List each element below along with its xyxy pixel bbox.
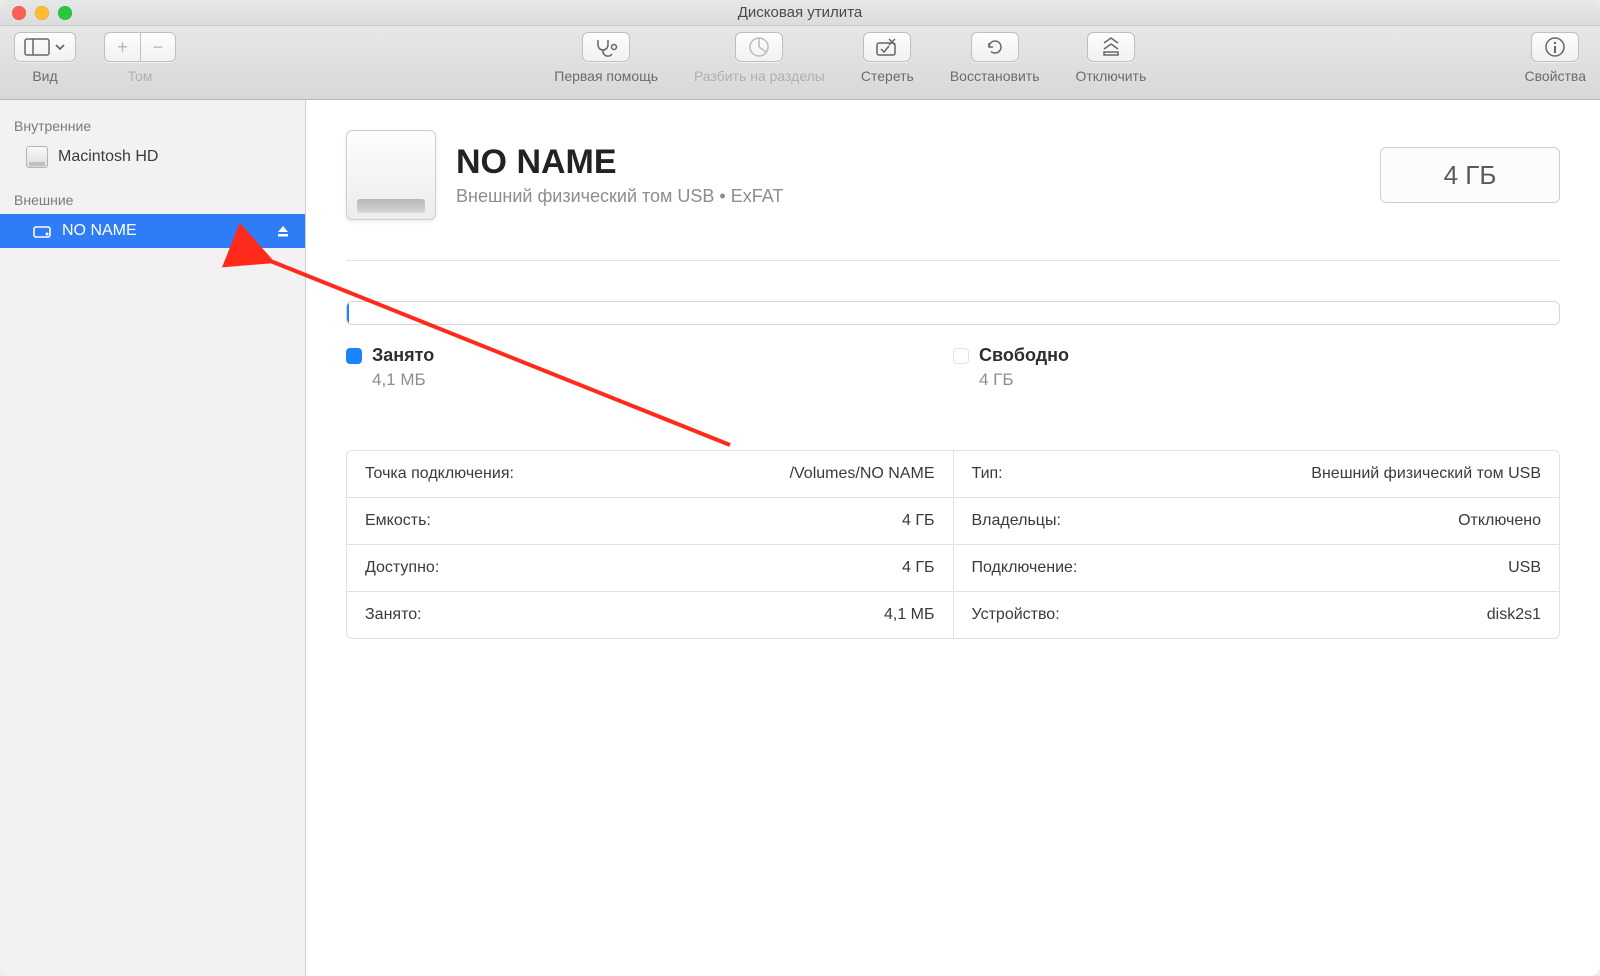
volume-header: NO NAME Внешний физический том USB • ExF… [346,130,1560,261]
erase-icon [875,37,899,57]
window-title: Дисковая утилита [738,4,862,21]
eject-icon[interactable] [275,223,291,239]
stethoscope-icon [594,37,618,57]
legend-used: Занято 4,1 МБ [346,345,953,390]
legend-used-value: 4,1 МБ [372,370,953,390]
window-controls [12,6,72,20]
erase-button[interactable] [863,32,911,62]
external-drive-icon [32,221,52,241]
swatch-free-icon [953,348,969,364]
first-aid-label: Первая помощь [554,68,658,84]
remove-volume-button[interactable]: − [140,32,176,62]
unmount-button[interactable] [1087,32,1135,62]
first-aid-button[interactable] [582,32,630,62]
partition-button [735,32,783,62]
zoom-icon[interactable] [58,6,72,20]
table-row: Занято:4,1 МБ [347,591,953,638]
view-button[interactable] [14,32,76,62]
details-right: Тип:Внешний физический том USB Владельцы… [953,451,1560,638]
minimize-icon[interactable] [35,6,49,20]
view-label: Вид [32,68,57,84]
sidebar-header-external: Внешние [0,186,305,214]
sidebar-item-label: Macintosh HD [58,148,158,166]
close-icon[interactable] [12,6,26,20]
titlebar: Дисковая утилита [0,0,1600,26]
volume-name: NO NAME [456,143,783,182]
table-row: Устройство:disk2s1 [954,591,1560,638]
sidebar-item-label: NO NAME [62,222,137,240]
erase-label: Стереть [861,68,914,84]
legend-used-label: Занято [372,345,434,366]
info-icon [1544,36,1566,58]
sidebar-item-no-name[interactable]: NO NAME [0,214,305,248]
chevron-down-icon [54,41,66,53]
capacity-badge: 4 ГБ [1380,147,1560,203]
sidebar-item-macintosh-hd[interactable]: Macintosh HD [0,140,305,174]
eject-stacked-icon [1101,36,1121,58]
body: Внутренние Macintosh HD Внешние NO NAME [0,100,1600,976]
legend-free-value: 4 ГБ [979,370,1560,390]
table-row: Доступно:4 ГБ [347,544,953,591]
sidebar-header-internal: Внутренние [0,112,305,140]
info-button[interactable] [1531,32,1579,62]
sidebar-icon [24,38,50,56]
pie-icon [748,36,770,58]
restore-icon [984,36,1006,58]
sidebar: Внутренние Macintosh HD Внешние NO NAME [0,100,306,976]
table-row: Владельцы:Отключено [954,497,1560,544]
info-label: Свойства [1525,68,1586,84]
main-content: NO NAME Внешний физический том USB • ExF… [306,100,1600,976]
table-row: Точка подключения:/Volumes/NO NAME [347,451,953,497]
table-row: Тип:Внешний физический том USB [954,451,1560,497]
details-left: Точка подключения:/Volumes/NO NAME Емкос… [347,451,953,638]
restore-label: Восстановить [950,68,1040,84]
usage-section: Занято 4,1 МБ Свободно 4 ГБ [346,301,1560,390]
toolbar-center: Первая помощь Разбить на разделы [554,32,1146,84]
volume-label: Том [128,68,153,84]
add-volume-button[interactable]: + [104,32,140,62]
table-row: Подключение:USB [954,544,1560,591]
usage-bar [346,301,1560,325]
table-row: Емкость:4 ГБ [347,497,953,544]
details-table: Точка подключения:/Volumes/NO NAME Емкос… [346,450,1560,639]
volume-large-icon [346,130,436,220]
legend-free: Свободно 4 ГБ [953,345,1560,390]
volume-subtitle: Внешний физический том USB • ExFAT [456,186,783,207]
volume-group: + − Том [104,32,176,84]
disk-utility-window: Дисковая утилита Вид + − Том [0,0,1600,976]
toolbar: Вид + − Том Первая помощь [0,26,1600,100]
restore-button[interactable] [971,32,1019,62]
legend-free-label: Свободно [979,345,1069,366]
unmount-label: Отключить [1076,68,1147,84]
view-group: Вид [14,32,76,84]
hdd-icon [26,146,48,168]
partition-label: Разбить на разделы [694,68,825,84]
swatch-used-icon [346,348,362,364]
